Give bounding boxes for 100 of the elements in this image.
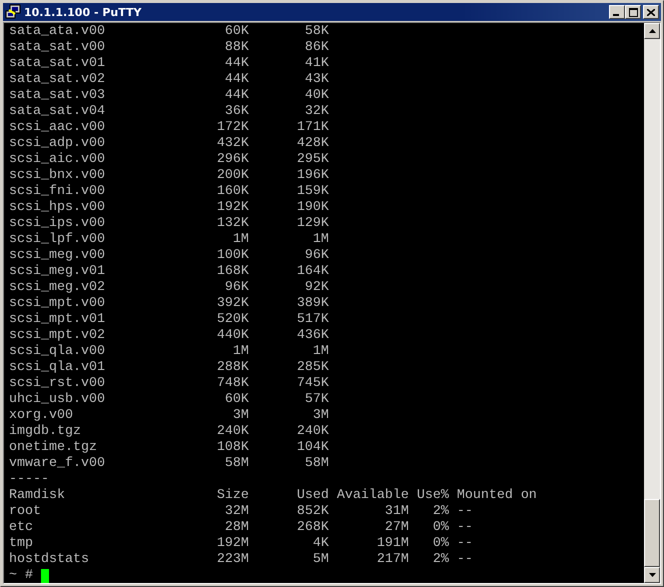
file-name: xorg.v00	[9, 408, 74, 424]
file-name: vmware_f.v00	[9, 456, 106, 472]
close-button[interactable]	[643, 5, 659, 19]
maximize-button[interactable]	[625, 5, 641, 19]
file-name: sata_sat.v03	[9, 88, 106, 104]
file-name: scsi_qla.v01	[9, 360, 106, 376]
file-size: 240K	[216, 424, 249, 440]
used-size: 58K	[304, 24, 329, 40]
column-header: Ramdisk	[9, 488, 66, 504]
file-name: scsi_bnx.v00	[9, 168, 106, 184]
file-size: 748K	[216, 376, 249, 392]
used-size: 164K	[296, 264, 329, 280]
file-size: 3M	[232, 408, 249, 424]
file-name: scsi_mpt.v02	[9, 328, 106, 344]
used-size: 3M	[312, 408, 329, 424]
table-cell-text: 28M	[224, 520, 249, 536]
used-size: 96K	[304, 248, 329, 264]
table-cell-text: etc	[9, 520, 34, 536]
file-size: 88K	[224, 40, 249, 56]
used-size: 104K	[296, 440, 329, 456]
table-cell-text: 31M	[384, 504, 409, 520]
used-size: 171K	[296, 120, 329, 136]
used-size: 129K	[296, 216, 329, 232]
column-header: Size	[216, 488, 249, 504]
used-size: 40K	[304, 88, 329, 104]
scrollbar[interactable]	[644, 23, 660, 583]
file-size: 96K	[224, 280, 249, 296]
file-name: scsi_aac.v00	[9, 120, 106, 136]
table-cell-text: 32M	[224, 504, 249, 520]
file-name: sata_ata.v00	[9, 24, 106, 40]
file-size: 200K	[216, 168, 249, 184]
file-size: 1M	[232, 344, 249, 360]
file-name: onetime.tgz	[9, 440, 98, 456]
table-cell-text: tmp	[9, 536, 34, 552]
table-cell-text: 192M	[216, 536, 249, 552]
shell-prompt: ~ #	[9, 568, 33, 583]
file-size: 44K	[224, 72, 249, 88]
window-title: 10.1.1.100 - PuTTY	[24, 6, 142, 18]
table-cell: --	[456, 536, 473, 552]
file-size: 44K	[224, 88, 249, 104]
file-name: sata_sat.v02	[9, 72, 106, 88]
minimize-button[interactable]	[609, 5, 625, 19]
table-cell-text: hostdstats	[9, 552, 90, 568]
column-header: Available	[336, 488, 409, 504]
file-size: 100K	[216, 248, 249, 264]
scroll-up-button[interactable]	[644, 23, 660, 39]
table-cell-text: 4K	[312, 536, 329, 552]
used-size: 295K	[296, 152, 329, 168]
file-name: scsi_aic.v00	[9, 152, 106, 168]
file-size: 288K	[216, 360, 249, 376]
used-size: 389K	[296, 296, 329, 312]
used-size: 92K	[304, 280, 329, 296]
file-size: 58M	[224, 456, 249, 472]
file-size: 60K	[224, 392, 249, 408]
used-size: 428K	[296, 136, 329, 152]
table-cell-text: 191M	[376, 536, 409, 552]
scroll-down-button[interactable]	[644, 567, 660, 583]
file-size: 60K	[224, 24, 249, 40]
file-name: scsi_fni.v00	[9, 184, 106, 200]
table-cell: --	[456, 504, 473, 520]
table-cell-text: 2%	[432, 552, 449, 568]
maximize-icon	[628, 8, 638, 16]
used-size: 745K	[296, 376, 329, 392]
used-size: 43K	[304, 72, 329, 88]
table-cell: --	[456, 552, 473, 568]
table-cell-text: 223M	[216, 552, 249, 568]
file-size: 36K	[224, 104, 249, 120]
file-size: 108K	[216, 440, 249, 456]
file-size: 392K	[216, 296, 249, 312]
file-size: 132K	[216, 216, 249, 232]
table-cell-text: 268K	[296, 520, 329, 536]
used-size: 32K	[304, 104, 329, 120]
file-name: imgdb.tgz	[9, 424, 82, 440]
table-cell-text: 5M	[312, 552, 329, 568]
column-header: Used	[296, 488, 329, 504]
used-size: 285K	[296, 360, 329, 376]
file-size: 172K	[216, 120, 249, 136]
computer-icon	[5, 4, 21, 20]
used-size: 159K	[296, 184, 329, 200]
file-name: sata_sat.v04	[9, 104, 106, 120]
file-size: 440K	[216, 328, 249, 344]
table-cell-text: 0%	[432, 520, 449, 536]
down-arrow-icon	[648, 573, 656, 577]
file-name: scsi_mpt.v00	[9, 296, 106, 312]
file-name: scsi_meg.v00	[9, 248, 106, 264]
file-name: scsi_meg.v01	[9, 264, 106, 280]
used-size: 41K	[304, 56, 329, 72]
used-size: 240K	[296, 424, 329, 440]
scroll-thumb[interactable]	[644, 499, 660, 567]
file-name: sata_sat.v01	[9, 56, 106, 72]
file-size: 1M	[232, 232, 249, 248]
table-cell-text: 2%	[432, 504, 449, 520]
file-name: scsi_rst.v00	[9, 376, 106, 392]
file-name: scsi_meg.v02	[9, 280, 106, 296]
separator-text: -----	[9, 472, 49, 488]
used-size: 190K	[296, 200, 329, 216]
file-name: sata_sat.v00	[9, 40, 106, 56]
file-size: 168K	[216, 264, 249, 280]
file-size: 192K	[216, 200, 249, 216]
table-cell-text: root	[9, 504, 42, 520]
